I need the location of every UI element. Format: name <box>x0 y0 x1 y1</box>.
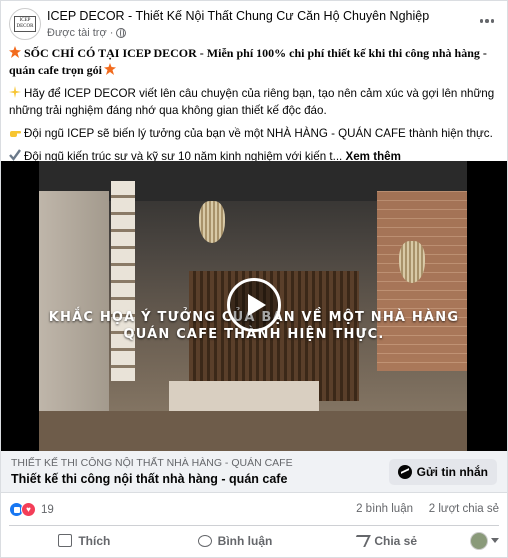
reaction-count: 19 <box>41 503 54 516</box>
link-title: Thiết kế thi công nội thất nhà hàng - qu… <box>11 472 288 486</box>
share-label: Chia sẻ <box>374 533 418 548</box>
send-message-label: Gửi tin nhắn <box>416 465 488 479</box>
more-options-button[interactable] <box>475 11 499 31</box>
globe-icon <box>116 28 127 38</box>
like-button[interactable]: Thích <box>9 527 160 555</box>
share-button[interactable]: Chia sẻ <box>310 527 461 555</box>
check-mark-emoji-icon <box>9 149 21 161</box>
dot-separator: · <box>109 27 114 39</box>
page-avatar[interactable]: ICEP DECOR <box>9 8 41 40</box>
comment-button[interactable]: Bình luận <box>160 527 311 555</box>
post-header: ICEP DECOR ICEP DECOR - Thiết Kế Nội Thấ… <box>9 7 499 43</box>
dot-icon <box>479 19 484 23</box>
page-name-link[interactable]: ICEP DECOR - Thiết Kế Nội Thất Chung Cư … <box>47 9 429 23</box>
logo-text-2: DECOR <box>16 24 34 29</box>
headline-text: SỐC CHỈ CÓ TẠI ICEP DECOR - Miễn phí 100… <box>9 46 487 77</box>
feed-post: ICEP DECOR ICEP DECOR - Thiết Kế Nội Thấ… <box>0 0 508 558</box>
comment-count-link[interactable]: 2 bình luận <box>356 503 413 515</box>
paragraph-1: Hãy để ICEP DECOR viết lên câu chuyện củ… <box>9 87 495 117</box>
boom-emoji-icon <box>9 46 21 58</box>
post-meta: Được tài trợ · <box>47 27 127 39</box>
reactions-summary[interactable]: ♥ 19 <box>9 502 54 517</box>
post-actions: Thích Bình luận Chia sẻ <box>9 525 500 555</box>
post-body: SỐC CHỈ CÓ TẠI ICEP DECOR - Miễn phí 100… <box>9 45 499 171</box>
scene-floor <box>39 411 467 451</box>
post-stats: ♥ 19 2 bình luận 2 lượt chia sẻ <box>9 499 499 521</box>
comment-icon <box>197 534 212 547</box>
scene-lamp <box>399 241 425 283</box>
sparkles-emoji-icon <box>9 86 21 98</box>
comment-label: Bình luận <box>217 533 273 548</box>
avatar <box>470 531 489 550</box>
dot-icon <box>490 19 495 23</box>
share-count-link[interactable]: 2 lượt chia sẻ <box>429 503 499 515</box>
video-player[interactable]: KHẮC HỌA Ý TƯỞNG CỦA BẠN VỀ MỘT NHÀ HÀNG… <box>1 161 507 451</box>
logo: ICEP DECOR <box>14 16 36 32</box>
dot-icon <box>485 19 489 23</box>
sponsored-label[interactable]: Được tài trợ <box>47 27 107 39</box>
react-as-selector[interactable] <box>461 531 500 550</box>
link-preview[interactable]: THIẾT KẾ THI CÔNG NỘI THẤT NHÀ HÀNG - QU… <box>1 451 507 493</box>
send-message-button[interactable]: Gửi tin nhắn <box>388 459 497 485</box>
thumbs-up-icon <box>58 534 73 547</box>
love-reaction-icon: ♥ <box>21 502 36 517</box>
paragraph-2: Đội ngũ ICEP sẽ biến lý tưởng của bạn về… <box>24 127 493 140</box>
share-icon <box>351 534 372 547</box>
like-label: Thích <box>78 533 111 548</box>
scene-lamp <box>199 201 225 243</box>
pointing-hand-emoji-icon <box>10 131 21 137</box>
play-button-icon[interactable] <box>227 278 281 332</box>
messenger-icon <box>397 465 412 479</box>
boom-emoji-icon <box>104 63 116 75</box>
chevron-down-icon <box>491 538 500 543</box>
scene-brick-wall <box>377 191 467 371</box>
link-domain: THIẾT KẾ THI CÔNG NỘI THẤT NHÀ HÀNG - QU… <box>11 457 293 469</box>
scene-shelf <box>111 181 135 381</box>
